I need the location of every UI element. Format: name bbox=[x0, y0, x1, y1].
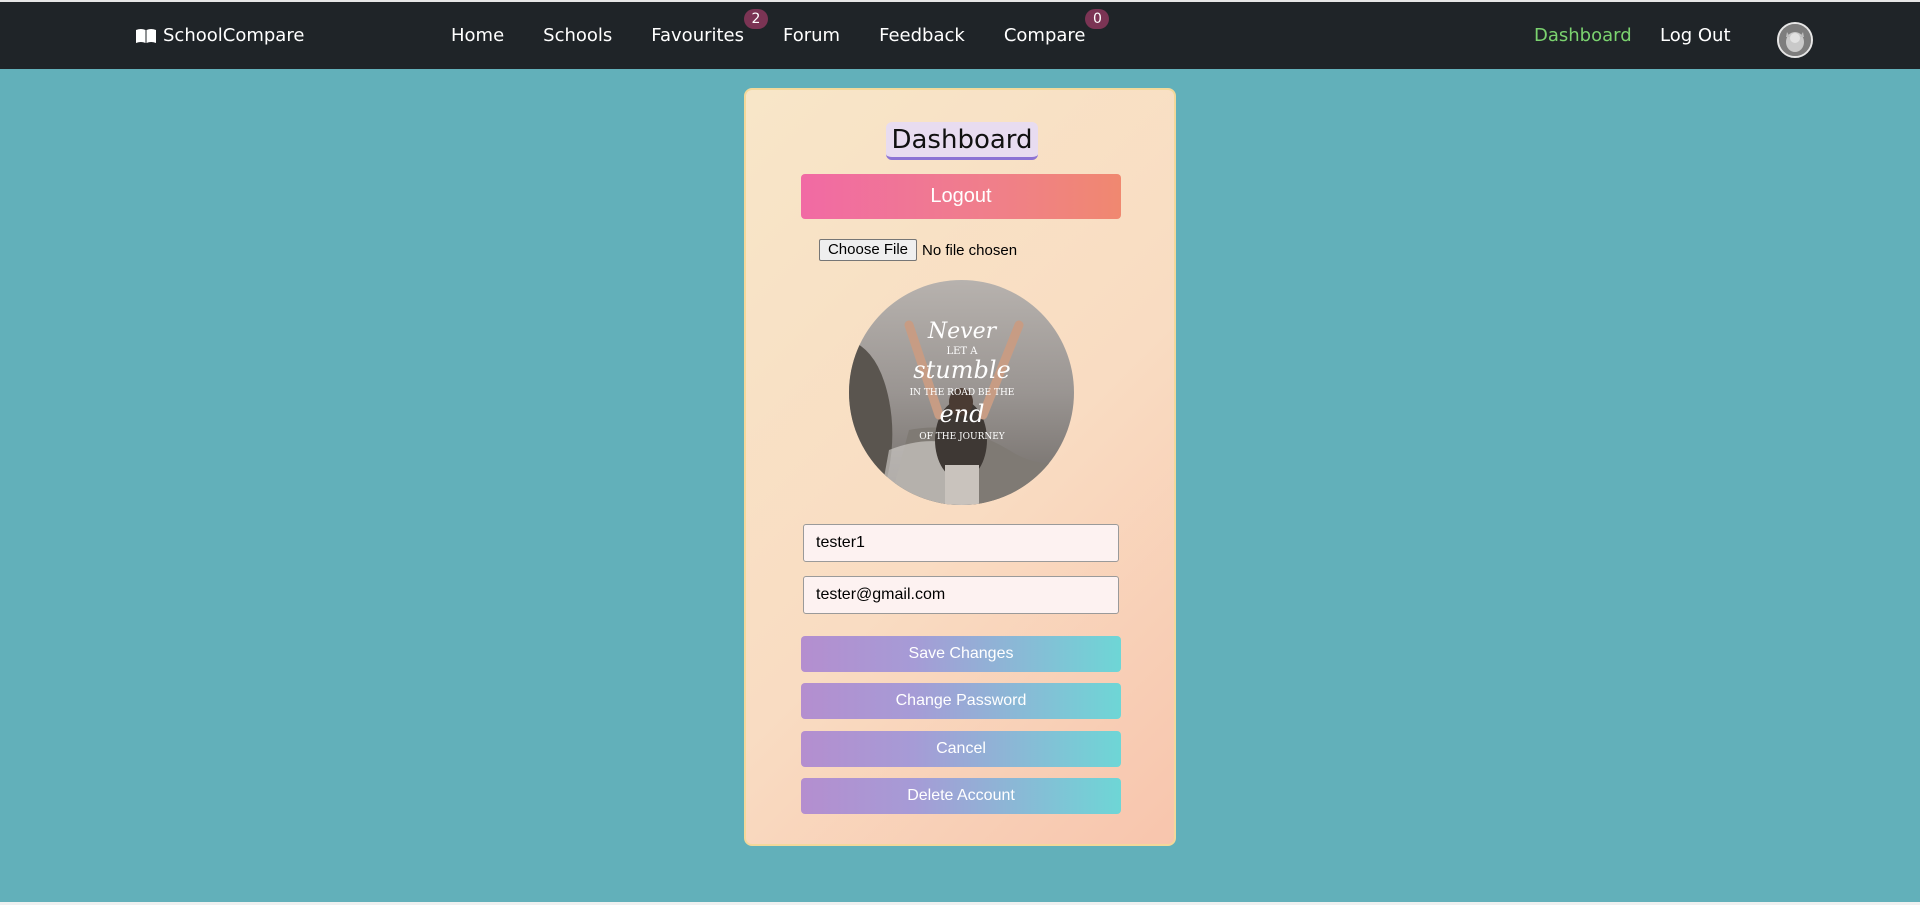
quote-line-4: IN THE ROAD BE THE bbox=[910, 388, 1015, 398]
quote-line-1: Never bbox=[927, 319, 998, 344]
change-password-button[interactable]: Change Password bbox=[801, 683, 1121, 719]
nav-logout[interactable]: Log Out bbox=[1660, 2, 1731, 69]
nav-forum[interactable]: Forum bbox=[783, 25, 840, 46]
quote-line-5: end bbox=[939, 400, 984, 428]
quote-line-6: OF THE JOURNEY bbox=[919, 432, 1006, 442]
nav-favourites-label: Favourites bbox=[651, 25, 745, 46]
nav-compare[interactable]: Compare 0 bbox=[1003, 9, 1110, 46]
profile-picture: Never LET A stumble IN THE ROAD BE THE e… bbox=[849, 280, 1074, 505]
cancel-button[interactable]: Cancel bbox=[801, 731, 1121, 767]
nav-links: Home Schools Favourites 2 Forum Feedback… bbox=[451, 2, 1124, 69]
page-title: Dashboard bbox=[886, 122, 1038, 160]
email-field[interactable]: tester@gmail.com bbox=[803, 576, 1119, 614]
username-field[interactable]: tester1 bbox=[803, 524, 1119, 562]
choose-file-button[interactable]: Choose File bbox=[819, 239, 917, 261]
file-status: No file chosen bbox=[922, 241, 1018, 259]
open-book-icon bbox=[135, 28, 157, 44]
brand-link[interactable]: SchoolCompare bbox=[135, 2, 304, 69]
nav-feedback[interactable]: Feedback bbox=[879, 25, 965, 46]
nav-compare-label: Compare bbox=[1003, 25, 1086, 46]
favourites-count-badge: 2 bbox=[744, 9, 769, 29]
user-avatar[interactable] bbox=[1777, 22, 1813, 58]
delete-account-button[interactable]: Delete Account bbox=[801, 778, 1121, 814]
logout-button[interactable]: Logout bbox=[801, 174, 1121, 219]
compare-count-badge: 0 bbox=[1085, 9, 1110, 29]
nav-schools[interactable]: Schools bbox=[543, 25, 612, 46]
nav-dashboard[interactable]: Dashboard bbox=[1534, 2, 1632, 69]
nav-favourites[interactable]: Favourites 2 bbox=[651, 9, 769, 46]
quote-line-3: stumble bbox=[913, 356, 1010, 384]
save-changes-button[interactable]: Save Changes bbox=[801, 636, 1121, 672]
dashboard-card: Dashboard Logout Choose File No file cho… bbox=[744, 88, 1176, 846]
brand-name: SchoolCompare bbox=[163, 25, 305, 46]
navbar: SchoolCompare Home Schools Favourites 2 … bbox=[0, 2, 1920, 69]
nav-home[interactable]: Home bbox=[451, 25, 504, 46]
file-input[interactable]: Choose File No file chosen bbox=[819, 239, 1017, 261]
